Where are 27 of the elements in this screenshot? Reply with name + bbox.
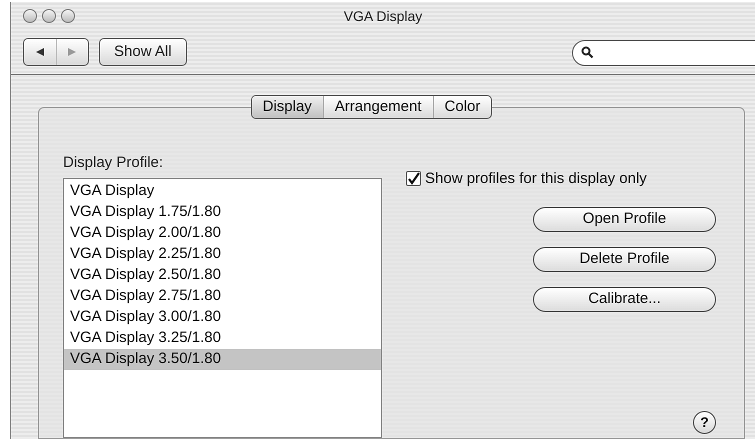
profile-list-item[interactable]: VGA Display (64, 181, 381, 202)
profile-list-item[interactable]: VGA Display 2.75/1.80 (64, 286, 381, 307)
profile-list-item[interactable]: VGA Display 3.50/1.80 (64, 349, 381, 370)
back-forward-control[interactable] (23, 38, 89, 66)
tab[interactable]: Color (432, 96, 492, 118)
tab[interactable]: Display (252, 96, 323, 118)
list-label: Display Profile: (63, 152, 164, 172)
show-all-button[interactable]: Show All (99, 38, 187, 66)
help-button[interactable]: ? (693, 411, 716, 434)
checkbox-label: Show profiles for this display only (425, 168, 647, 188)
profile-list-item[interactable]: VGA Display 3.00/1.80 (64, 307, 381, 328)
window-control-icon[interactable] (42, 9, 56, 23)
profile-list-item[interactable]: VGA Display 2.25/1.80 (64, 244, 381, 265)
window-title: VGA Display (344, 6, 422, 26)
search-field[interactable] (572, 40, 755, 66)
window-control-icon[interactable] (61, 9, 75, 23)
profile-list-item[interactable]: VGA Display 2.50/1.80 (64, 265, 381, 286)
profile-list-item[interactable]: VGA Display 1.75/1.80 (64, 202, 381, 223)
profile-action-button[interactable]: Open Profile (533, 207, 716, 232)
search-icon (581, 46, 594, 60)
checkbox[interactable] (406, 171, 421, 186)
tab[interactable]: Arrangement (322, 96, 433, 118)
profile-list-item[interactable]: VGA Display 2.00/1.80 (64, 223, 381, 244)
profile-action-button[interactable]: Calibrate... (533, 287, 716, 312)
profile-list-item[interactable]: VGA Display 3.25/1.80 (64, 328, 381, 349)
window-control-icon[interactable] (23, 9, 37, 23)
profile-action-button[interactable]: Delete Profile (533, 247, 716, 272)
